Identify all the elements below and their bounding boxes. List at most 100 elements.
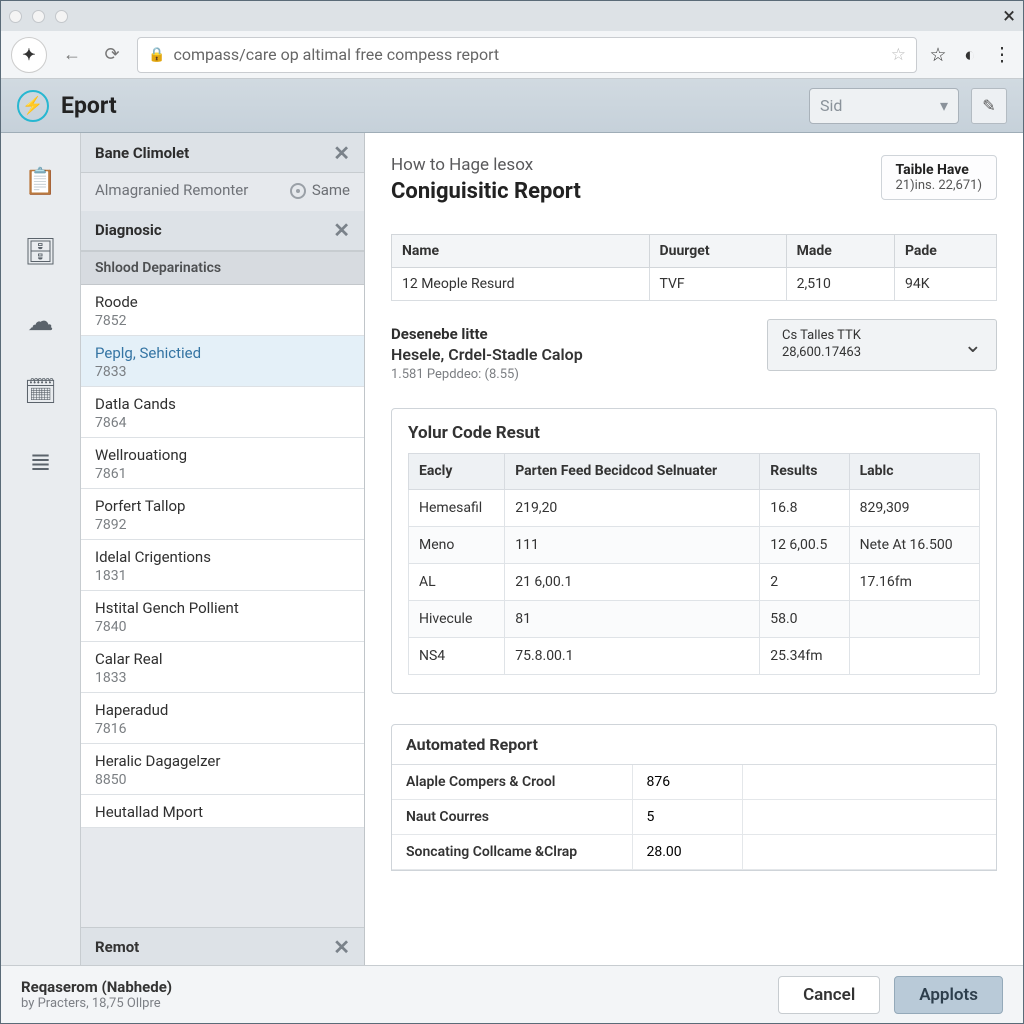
list-item[interactable]: Calar Real1833 <box>81 642 364 693</box>
table-cell: 16.8 <box>760 489 849 526</box>
table-header: Made <box>786 235 894 268</box>
table-cell: Soncating Collcame &Clrap <box>392 834 632 869</box>
app-home-button[interactable]: ✦ <box>11 37 47 73</box>
panel-section-1-title: Bane Climolet <box>95 144 189 162</box>
cs-dropdown[interactable]: Cs Talles TTK 28,600.17463 ⌄ <box>767 319 997 371</box>
panel-section-1-sub: Almagranied Remonter Same <box>81 173 364 211</box>
menu-icon[interactable]: ⋮ <box>991 43 1013 66</box>
rail-clipboard-icon[interactable]: 📋 <box>24 165 58 199</box>
list-item-name: Wellrouationg <box>95 446 350 464</box>
traffic-min[interactable] <box>32 10 45 23</box>
list-item[interactable]: Wellrouationg 7861 <box>81 438 364 489</box>
rail-cloud-icon[interactable]: ☁ <box>24 305 58 339</box>
chevron-down-icon: ▾ <box>940 96 948 115</box>
same-toggle[interactable]: Same <box>290 181 350 201</box>
list-item-code: 8850 <box>95 772 350 788</box>
table-cell: 876 <box>632 765 742 800</box>
table-cell: 111 <box>505 526 760 563</box>
table-cell: NS4 <box>409 637 505 674</box>
list-item[interactable]: Heutallad Mport <box>81 795 364 828</box>
table-cell: Hemesafil <box>409 489 505 526</box>
list-item-name: Idelal Crigentions <box>95 548 350 566</box>
list-group-header: Shlood Deparinatics <box>81 252 364 285</box>
list-item-name: Porfert Tallop <box>95 497 350 515</box>
table-row: NS475.8.00.125.34fm <box>409 637 980 674</box>
table-cell: Nete At 16.500 <box>849 526 979 563</box>
table-have-label: Taible Have <box>896 162 982 178</box>
summary-table: NameDuurgetMadePade 12 Meople ResurdTVF2… <box>391 234 997 301</box>
code-result-panel: Yolur Code Resut EaclyParten Feed Becidc… <box>391 408 997 694</box>
panel-section-2-close-icon[interactable]: ✕ <box>333 218 350 242</box>
table-cell: AL <box>409 563 505 600</box>
same-label: Same <box>312 181 350 201</box>
app-logo-icon: ⚡ <box>17 90 49 122</box>
header-selector[interactable]: Sid ▾ <box>809 88 959 124</box>
list-item[interactable]: Datla Cands7864 <box>81 387 364 438</box>
table-header: Name <box>392 235 650 268</box>
window-title-bar: × <box>1 1 1023 31</box>
edit-button[interactable]: ✎ <box>971 88 1007 124</box>
rail-calendar-icon[interactable]: 🗓 <box>24 375 58 409</box>
list-item[interactable]: Peplg, Sehictied7833 <box>81 336 364 387</box>
list-item[interactable]: Heralic Dagagelzer8850 <box>81 744 364 795</box>
list-item-code: 7833 <box>95 364 350 380</box>
list-item[interactable]: Haperadud7816 <box>81 693 364 744</box>
footer-bar: Reqaserom (Nabhede) by Practers, 18,75 O… <box>1 965 1023 1023</box>
bookmark-icon[interactable]: ☆ <box>927 43 949 66</box>
panel-section-1-subtext: Almagranied Remonter <box>95 181 248 201</box>
window-close-icon[interactable]: × <box>1003 4 1015 29</box>
diagnostic-list[interactable]: Shlood Deparinatics Roode7852Peplg, Sehi… <box>81 252 364 928</box>
account-icon[interactable]: ◐ <box>959 43 981 67</box>
target-icon <box>290 183 306 199</box>
footer-line1: Reqaserom (Nabhede) <box>21 978 172 996</box>
panel-section-3-header: Remot ✕ <box>81 927 364 965</box>
apply-button[interactable]: Applots <box>894 976 1003 1014</box>
bookmark-inline-icon[interactable]: ☆ <box>891 45 906 65</box>
table-have-value: 21)ins. 22,671) <box>896 178 982 193</box>
reload-button[interactable]: ⟳ <box>97 40 127 70</box>
table-cell: Alaple Compers & Crool <box>392 765 632 800</box>
cs-dropdown-line1: Cs Talles TTK <box>782 328 861 345</box>
address-bar[interactable]: 🔒 compass/care op altimal free compess r… <box>137 37 917 73</box>
table-cell: Naut Courres <box>392 799 632 834</box>
table-cell: 17.16fm <box>849 563 979 600</box>
table-cell: 94K <box>894 268 996 301</box>
table-cell: 219,20 <box>505 489 760 526</box>
list-item[interactable]: Porfert Tallop7892 <box>81 489 364 540</box>
list-item-name: Hstital Gench Pollient <box>95 599 350 617</box>
table-row: Alaple Compers & Crool876 <box>392 765 996 800</box>
table-header: Parten Feed Becidcod Selnuater <box>505 454 760 490</box>
list-item-name: Datla Cands <box>95 395 350 413</box>
list-item[interactable]: Hstital Gench Pollient7840 <box>81 591 364 642</box>
list-item[interactable]: Idelal Crigentions1831 <box>81 540 364 591</box>
table-row: Hivecule8158.0 <box>409 600 980 637</box>
panel-section-3-close-icon[interactable]: ✕ <box>333 935 350 959</box>
footer-info: Reqaserom (Nabhede) by Practers, 18,75 O… <box>21 978 172 1011</box>
list-item-code: 7816 <box>95 721 350 737</box>
table-cell: 21 6,00.1 <box>505 563 760 600</box>
list-item[interactable]: Roode7852 <box>81 285 364 336</box>
table-cell: Hivecule <box>409 600 505 637</box>
panel-section-1-close-icon[interactable]: ✕ <box>333 141 350 165</box>
list-item-code: 7861 <box>95 466 350 482</box>
list-item-name: Heutallad Mport <box>95 803 350 821</box>
rail-list-icon[interactable]: ≣ <box>24 445 58 479</box>
lock-icon: 🔒 <box>148 47 165 63</box>
rail-briefcase-icon[interactable]: 🗄 <box>24 235 58 269</box>
back-button[interactable]: ← <box>57 40 87 70</box>
traffic-max[interactable] <box>55 10 68 23</box>
table-cell <box>742 834 996 869</box>
cancel-button[interactable]: Cancel <box>778 976 880 1014</box>
footer-line2: by Practers, 18,75 Ollpre <box>21 996 172 1011</box>
table-cell: 5 <box>632 799 742 834</box>
table-cell: 12 Meople Resurd <box>392 268 650 301</box>
table-row: Meno11112 6,00.5Nete At 16.500 <box>409 526 980 563</box>
traffic-close[interactable] <box>9 10 22 23</box>
list-item-code: 1833 <box>95 670 350 686</box>
table-cell <box>742 765 996 800</box>
table-header: Duurget <box>649 235 786 268</box>
table-header: Lablc <box>849 454 979 490</box>
table-cell: 75.8.00.1 <box>505 637 760 674</box>
main-content: How to Hage lesox Coniguisitic Report Ta… <box>365 133 1023 965</box>
list-item-code: 7852 <box>95 313 350 329</box>
